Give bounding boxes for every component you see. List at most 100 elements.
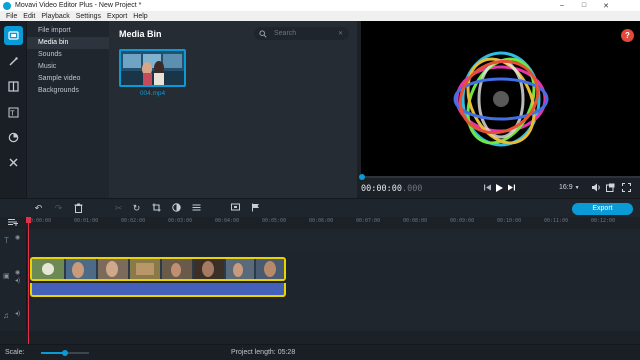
menu-help[interactable]: Help	[133, 13, 147, 20]
timecode-main: 00:00:00	[361, 184, 402, 194]
transitions-tool-button[interactable]	[4, 77, 23, 96]
nav-item-file-import[interactable]: File import	[27, 25, 109, 37]
playback-position-handle[interactable]	[359, 174, 365, 180]
preview-screen: ?	[361, 21, 640, 176]
menu-settings[interactable]: Settings	[76, 13, 101, 20]
video-track-icon: ▣	[3, 273, 10, 280]
previous-frame-button[interactable]	[483, 183, 492, 193]
video-clip[interactable]	[30, 257, 286, 281]
timeline-ruler[interactable]: 00:00:00 00:01:00 00:02:00 00:03:00 00:0…	[27, 217, 640, 227]
minimize-button[interactable]: –	[551, 0, 573, 11]
bus-scene-image	[121, 51, 184, 85]
next-frame-button[interactable]	[507, 183, 516, 193]
aspect-ratio-value: 16:9	[559, 184, 573, 191]
ruler-tick: 00:05:00	[262, 218, 287, 224]
clear-search-icon[interactable]: ✕	[338, 30, 343, 37]
play-button[interactable]	[494, 183, 504, 193]
media-thumbnail[interactable]	[119, 49, 186, 87]
volume-button[interactable]	[591, 183, 601, 193]
transitions-icon	[8, 81, 19, 92]
audio-track-lane[interactable]	[27, 301, 640, 331]
stickers-tool-button[interactable]	[4, 128, 23, 147]
rotate-button[interactable]: ↻	[131, 203, 142, 214]
menu-file[interactable]: File	[6, 13, 17, 20]
chevron-down-icon: ▼	[574, 185, 580, 191]
eye-icon[interactable]: ◉	[15, 234, 20, 241]
import-tool-button[interactable]	[4, 26, 23, 45]
project-length-value: 05:28	[277, 349, 296, 356]
ruler-tick: 00:09:00	[450, 218, 475, 224]
search-icon	[259, 29, 267, 38]
nav-item-music[interactable]: Music	[27, 61, 109, 73]
speaker-icon	[592, 183, 600, 192]
record-voiceover-button[interactable]	[230, 203, 241, 214]
window-title: Movavi Video Editor Plus - New Project *	[15, 2, 142, 9]
more-tools-button[interactable]	[4, 153, 23, 172]
ruler-tick: 00:03:00	[168, 218, 193, 224]
light-orb-image	[453, 51, 549, 147]
nav-item-sounds[interactable]: Sounds	[27, 49, 109, 61]
undo-button[interactable]: ↶	[33, 203, 44, 214]
timeline-scale-slider[interactable]	[41, 350, 89, 356]
crop-button[interactable]	[151, 203, 162, 214]
undo-icon: ↶	[34, 203, 43, 213]
delete-button[interactable]	[73, 203, 84, 214]
nav-item-media-bin[interactable]: Media bin	[27, 37, 109, 49]
search-placeholder: Search	[274, 30, 297, 37]
search-input[interactable]: Search ✕	[254, 27, 349, 40]
crop-icon	[152, 203, 161, 212]
import-icon	[8, 31, 19, 40]
timeline-playhead[interactable]	[26, 217, 31, 344]
menu-playback[interactable]: Playback	[41, 13, 69, 20]
export-button[interactable]: Export	[572, 203, 633, 215]
maximize-button[interactable]: □	[573, 0, 595, 11]
clip-filmstrip-image	[32, 259, 284, 279]
speaker-icon[interactable]: ◂)	[15, 310, 20, 317]
flag-icon	[252, 203, 259, 212]
titles-tool-button[interactable]: T	[4, 103, 23, 122]
status-bar: Scale: Project length: 05:28	[0, 344, 640, 360]
redo-button[interactable]: ↷	[53, 203, 64, 214]
stickers-icon	[8, 132, 19, 143]
color-adjust-button[interactable]	[171, 203, 182, 214]
list-icon	[192, 204, 201, 211]
scissors-icon: ✂	[114, 203, 123, 213]
edit-toolbar: ↶ ↷ ✂ ↻ Export	[0, 198, 640, 217]
import-nav-panel: File import Media bin Sounds Music Sampl…	[27, 21, 109, 198]
project-length-label: Project length:	[231, 349, 276, 356]
add-track-icon	[8, 219, 18, 226]
title-track-lane[interactable]	[27, 229, 640, 253]
rotate-icon: ↻	[132, 203, 141, 213]
title-bar: Movavi Video Editor Plus - New Project *…	[0, 0, 640, 11]
ruler-tick: 00:08:00	[403, 218, 428, 224]
app-logo-icon	[3, 1, 11, 10]
media-file-name[interactable]: 004.mp4	[119, 90, 186, 97]
split-button[interactable]: ✂	[113, 203, 124, 214]
fullscreen-button[interactable]	[621, 182, 632, 193]
menu-edit[interactable]: Edit	[23, 13, 35, 20]
magic-wand-icon	[9, 57, 18, 66]
add-marker-button[interactable]	[250, 203, 261, 214]
timeline: 00:00:00 00:01:00 00:02:00 00:03:00 00:0…	[0, 217, 640, 344]
menu-export[interactable]: Export	[107, 13, 127, 20]
aspect-ratio-selector[interactable]: 16:9 ▼	[559, 184, 580, 191]
timecode-display: 00:00:00.000	[361, 184, 422, 194]
ruler-tick: 00:11:00	[544, 218, 569, 224]
close-button[interactable]: ✕	[595, 0, 617, 11]
clip-properties-button[interactable]	[191, 203, 202, 214]
scale-slider-handle[interactable]	[62, 350, 68, 356]
nav-item-sample-video[interactable]: Sample video	[27, 73, 109, 85]
detach-player-button[interactable]	[606, 183, 615, 193]
video-editor-window: Movavi Video Editor Plus - New Project *…	[0, 0, 640, 360]
clip-audio-track[interactable]	[30, 283, 286, 297]
playback-progress-bar[interactable]	[359, 174, 640, 180]
speaker-icon[interactable]: ◂)	[15, 277, 20, 284]
nav-item-backgrounds[interactable]: Backgrounds	[27, 85, 109, 97]
add-track-button[interactable]	[8, 218, 18, 228]
filters-tool-button[interactable]	[4, 52, 23, 71]
menu-bar: File Edit Playback Settings Export Help	[0, 11, 640, 21]
help-button[interactable]: ?	[621, 29, 634, 42]
playhead-handle[interactable]	[26, 217, 31, 223]
eye-icon[interactable]: ◉	[15, 269, 20, 276]
ruler-tick: 00:12:00	[591, 218, 616, 224]
